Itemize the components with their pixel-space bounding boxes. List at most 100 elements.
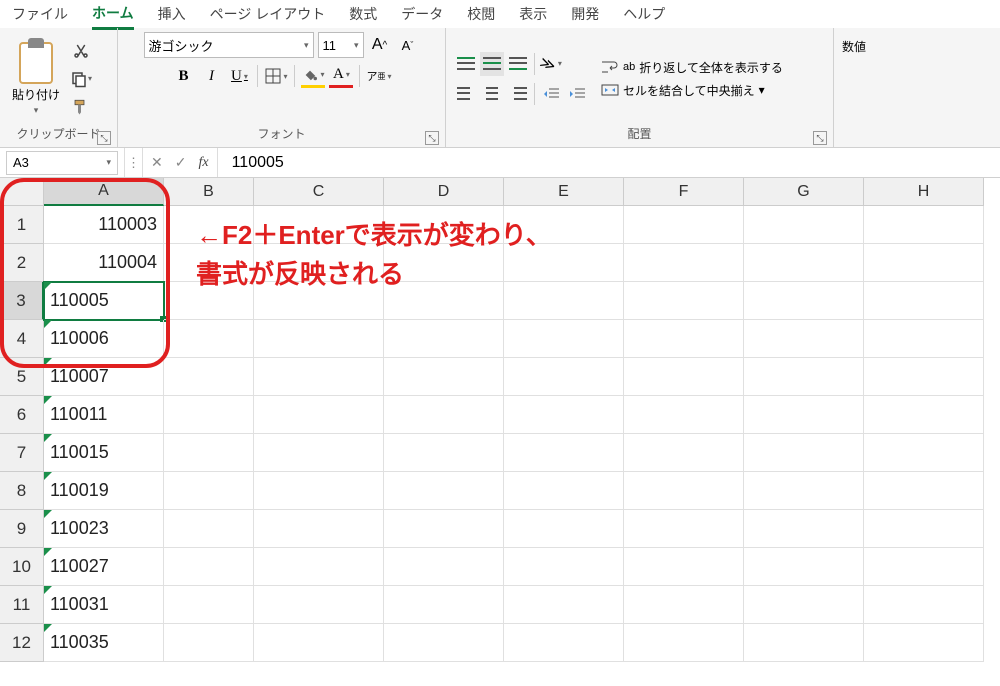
cell-E4[interactable] — [504, 320, 624, 358]
fill-color-button[interactable]: ▾ — [301, 64, 325, 88]
cell-H2[interactable] — [864, 244, 984, 282]
cell-G10[interactable] — [744, 548, 864, 586]
clipboard-dialog-launcher[interactable]: ⤡ — [97, 131, 111, 145]
cell-D12[interactable] — [384, 624, 504, 662]
cell-B8[interactable] — [164, 472, 254, 510]
cell-F12[interactable] — [624, 624, 744, 662]
font-dialog-launcher[interactable]: ⤡ — [425, 131, 439, 145]
cell-H11[interactable] — [864, 586, 984, 624]
cell-C6[interactable] — [254, 396, 384, 434]
col-header-C[interactable]: C — [254, 178, 384, 206]
cell-G12[interactable] — [744, 624, 864, 662]
cell-D8[interactable] — [384, 472, 504, 510]
font-name-combo[interactable]: 游ゴシック ▾ — [144, 32, 314, 58]
ruby-button[interactable]: ア亜▾ — [366, 64, 391, 88]
cell-F3[interactable] — [624, 282, 744, 320]
align-bottom-button[interactable] — [506, 52, 530, 76]
select-all-corner[interactable] — [0, 178, 44, 206]
decrease-indent-button[interactable] — [539, 82, 563, 106]
align-top-button[interactable] — [454, 52, 478, 76]
cell-C11[interactable] — [254, 586, 384, 624]
cell-F10[interactable] — [624, 548, 744, 586]
row-header-10[interactable]: 10 — [0, 548, 44, 586]
cell-E9[interactable] — [504, 510, 624, 548]
cell-D9[interactable] — [384, 510, 504, 548]
cancel-formula-button[interactable]: ✕ — [151, 154, 163, 171]
cell-E5[interactable] — [504, 358, 624, 396]
cell-G2[interactable] — [744, 244, 864, 282]
cell-D11[interactable] — [384, 586, 504, 624]
tab-file[interactable]: ファイル — [12, 0, 68, 28]
alignment-dialog-launcher[interactable]: ⤡ — [813, 131, 827, 145]
wrap-text-button[interactable]: ab 折り返して全体を表示する — [601, 59, 783, 76]
cell-G5[interactable] — [744, 358, 864, 396]
orientation-button[interactable]: ≫▾ — [539, 52, 563, 76]
cell-G3[interactable] — [744, 282, 864, 320]
tab-data[interactable]: データ — [401, 0, 443, 28]
col-header-A[interactable]: A — [44, 178, 164, 206]
row-header-12[interactable]: 12 — [0, 624, 44, 662]
cell-C1[interactable] — [254, 206, 384, 244]
tab-developer[interactable]: 開発 — [571, 0, 599, 28]
cell-H5[interactable] — [864, 358, 984, 396]
row-header-3[interactable]: 3 — [0, 282, 44, 320]
cell-G6[interactable] — [744, 396, 864, 434]
cell-A4[interactable]: 110006 — [44, 320, 164, 358]
cell-H6[interactable] — [864, 396, 984, 434]
cell-E3[interactable] — [504, 282, 624, 320]
col-header-F[interactable]: F — [624, 178, 744, 206]
cell-E8[interactable] — [504, 472, 624, 510]
underline-button[interactable]: U▾ — [227, 64, 251, 88]
cell-C5[interactable] — [254, 358, 384, 396]
cell-C10[interactable] — [254, 548, 384, 586]
cell-B5[interactable] — [164, 358, 254, 396]
cell-A10[interactable]: 110027 — [44, 548, 164, 586]
bold-button[interactable]: B — [171, 64, 195, 88]
col-header-E[interactable]: E — [504, 178, 624, 206]
col-header-H[interactable]: H — [864, 178, 984, 206]
cell-F7[interactable] — [624, 434, 744, 472]
cell-E1[interactable] — [504, 206, 624, 244]
cell-B7[interactable] — [164, 434, 254, 472]
cell-B9[interactable] — [164, 510, 254, 548]
cell-B3[interactable] — [164, 282, 254, 320]
cut-button[interactable] — [70, 40, 92, 62]
align-center-button[interactable] — [480, 82, 504, 106]
cell-B12[interactable] — [164, 624, 254, 662]
cell-E10[interactable] — [504, 548, 624, 586]
font-size-combo[interactable]: 11 ▾ — [318, 32, 364, 58]
cell-B11[interactable] — [164, 586, 254, 624]
enter-formula-button[interactable]: ✓ — [175, 154, 187, 171]
cell-D10[interactable] — [384, 548, 504, 586]
insert-function-button[interactable]: fx — [198, 155, 208, 171]
row-header-11[interactable]: 11 — [0, 586, 44, 624]
cell-A8[interactable]: 110019 — [44, 472, 164, 510]
cell-G7[interactable] — [744, 434, 864, 472]
increase-indent-button[interactable] — [565, 82, 589, 106]
merge-center-button[interactable]: セルを結合して中央揃え ▾ — [601, 82, 783, 99]
cell-F5[interactable] — [624, 358, 744, 396]
tab-view[interactable]: 表示 — [519, 0, 547, 28]
cell-E6[interactable] — [504, 396, 624, 434]
decrease-font-button[interactable]: Aˇ — [396, 33, 420, 57]
cell-F9[interactable] — [624, 510, 744, 548]
cell-C9[interactable] — [254, 510, 384, 548]
row-header-9[interactable]: 9 — [0, 510, 44, 548]
cell-C8[interactable] — [254, 472, 384, 510]
cell-D4[interactable] — [384, 320, 504, 358]
row-header-5[interactable]: 5 — [0, 358, 44, 396]
increase-font-button[interactable]: A^ — [368, 33, 392, 57]
cell-C12[interactable] — [254, 624, 384, 662]
cell-G9[interactable] — [744, 510, 864, 548]
cell-A9[interactable]: 110023 — [44, 510, 164, 548]
cell-H3[interactable] — [864, 282, 984, 320]
cell-G4[interactable] — [744, 320, 864, 358]
cell-F6[interactable] — [624, 396, 744, 434]
name-box[interactable]: A3 ▾ — [6, 151, 118, 175]
cell-A1[interactable]: 110003 — [44, 206, 164, 244]
number-format-button[interactable]: 数値 — [842, 38, 866, 55]
copy-button[interactable]: ▾ — [70, 68, 92, 90]
cell-A2[interactable]: 110004 — [44, 244, 164, 282]
cell-H1[interactable] — [864, 206, 984, 244]
cell-D3[interactable] — [384, 282, 504, 320]
